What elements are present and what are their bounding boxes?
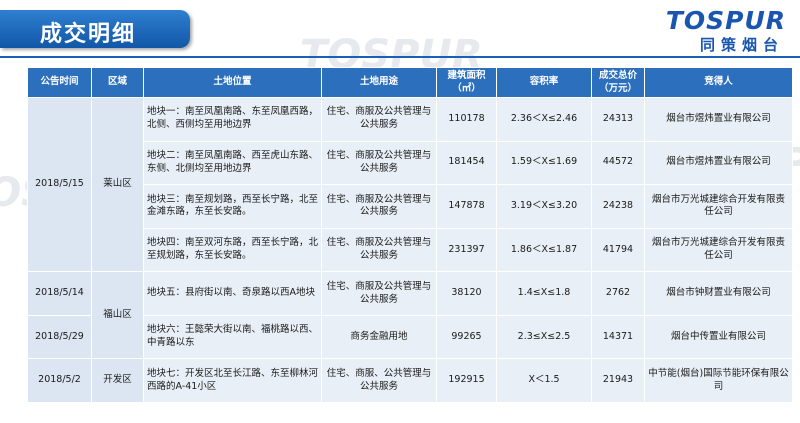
price-cell: 41794: [591, 227, 645, 273]
use-cell: 商务金融用地: [321, 314, 437, 360]
price-cell: 21943: [591, 358, 645, 403]
far-cell: 1.86＜X≤1.87: [496, 227, 592, 273]
location-cell: 地块七：开发区北至长江路、东至柳林河西路的A-41小区: [143, 358, 322, 403]
transaction-table: 公告时间 区域 土地位置 土地用途 建筑面积 （㎡） 容积率 成交总价 （万元）…: [27, 67, 793, 403]
price-cell: 14371: [591, 314, 645, 360]
area-cell: 99265: [436, 314, 497, 360]
column-header-use: 土地用途: [321, 67, 437, 98]
price-cell: 24238: [591, 184, 645, 229]
district-cell: 莱山区: [91, 96, 144, 273]
column-header-far: 容积率: [496, 67, 592, 98]
price-cell: 2762: [591, 271, 645, 316]
far-cell: 2.36＜X≤2.46: [496, 97, 592, 142]
area-cell: 110178: [436, 97, 497, 142]
area-cell: 231397: [436, 227, 497, 273]
date-cell: 2018/5/15: [27, 96, 92, 273]
far-cell: 1.4≤X≤1.8: [496, 271, 592, 316]
location-cell: 地块五：县府街以南、奇泉路以西A地块: [143, 271, 322, 316]
date-cell: 2018/5/29: [27, 314, 92, 360]
price-cell: 44572: [591, 140, 645, 186]
date-cell: 2018/5/2: [27, 358, 92, 403]
far-cell: X＜1.5: [496, 358, 592, 403]
price-cell: 24313: [591, 97, 645, 142]
column-header-area: 建筑面积 （㎡）: [436, 67, 497, 98]
buyer-cell: 烟台中传置业有限公司: [644, 314, 793, 360]
use-cell: 住宅、商服及公共管理与公共服务: [321, 140, 437, 186]
title-banner: 成交明细: [0, 10, 190, 48]
column-header-price: 成交总价 （万元）: [591, 67, 645, 98]
table-row: 2018/5/2 开发区 地块七：开发区北至长江路、东至柳林河西路的A-41小区…: [27, 358, 793, 403]
column-header-buyer: 竞得人: [644, 67, 793, 98]
page-title: 成交明细: [40, 22, 137, 47]
buyer-cell: 烟台市煜炜置业有限公司: [644, 97, 793, 142]
table-header-row: 公告时间 区域 土地位置 土地用途 建筑面积 （㎡） 容积率 成交总价 （万元）…: [27, 67, 793, 98]
location-cell: 地块二：南至凤凰南路、西至虎山东路、东侧、北侧均至用地边界: [143, 140, 322, 186]
buyer-cell: 烟台市万光城建综合开发有限责任公司: [644, 227, 793, 273]
column-header-location: 土地位置: [143, 67, 322, 98]
table-row: 2018/5/15 莱山区 地块一：南至凤凰南路、东至凤凰西路，北侧、西侧均至用…: [27, 96, 793, 273]
location-cell: 地块六：王懿荣大街以南、福桃路以西、中青路以东: [143, 314, 322, 360]
area-cell: 38120: [436, 271, 497, 316]
location-cell: 地块一：南至凤凰南路、东至凤凰西路，北侧、西侧均至用地边界: [143, 97, 322, 142]
date-cell: 2018/5/14: [27, 271, 92, 316]
buyer-cell: 烟台市煜炜置业有限公司: [644, 140, 793, 186]
buyer-cell: 烟台市万光城建综合开发有限责任公司: [644, 184, 793, 229]
logo-wordmark: TOSPUR: [665, 6, 786, 35]
location-cell: 地块三：南至规划路，西至长宁路，北至金滩东路，东至长安路。: [143, 184, 322, 229]
far-cell: 1.59＜X≤1.69: [496, 140, 592, 186]
use-cell: 住宅、商服及公共管理与公共服务: [321, 97, 437, 142]
far-cell: 2.3≤X≤2.5: [496, 314, 592, 360]
area-cell: 192915: [436, 358, 497, 403]
location-cell: 地块四：南至双河东路，西至长宁路，北至规划路，东至长安路。: [143, 227, 322, 273]
logo-chinese-name: 同策烟台: [699, 36, 784, 54]
column-header-district: 区域: [91, 67, 144, 98]
use-cell: 住宅、商服及公共管理与公共服务: [321, 227, 437, 273]
district-cell: 福山区: [91, 271, 144, 360]
buyer-cell: 中节能(烟台)国际节能环保有限公司: [644, 358, 793, 403]
district-cell: 开发区: [91, 358, 144, 403]
use-cell: 住宅、商服及公共管理与公共服务: [321, 271, 437, 316]
far-cell: 3.19＜X≤3.20: [496, 184, 592, 229]
brand-logo: TOSPUR 同策烟台: [636, 6, 786, 54]
area-cell: 181454: [436, 140, 497, 186]
use-cell: 住宅、商服及公共管理与公共服务: [321, 184, 437, 229]
column-header-date: 公告时间: [27, 67, 92, 98]
area-cell: 147878: [436, 184, 497, 229]
table-row: 2018/5/14 福山区 地块五：县府街以南、奇泉路以西A地块 住宅、商服及公…: [27, 271, 793, 360]
header-divider: [0, 56, 800, 58]
use-cell: 住宅、商服、公共管理与公共服务: [321, 358, 437, 403]
buyer-cell: 烟台市钟财置业有限公司: [644, 271, 793, 316]
